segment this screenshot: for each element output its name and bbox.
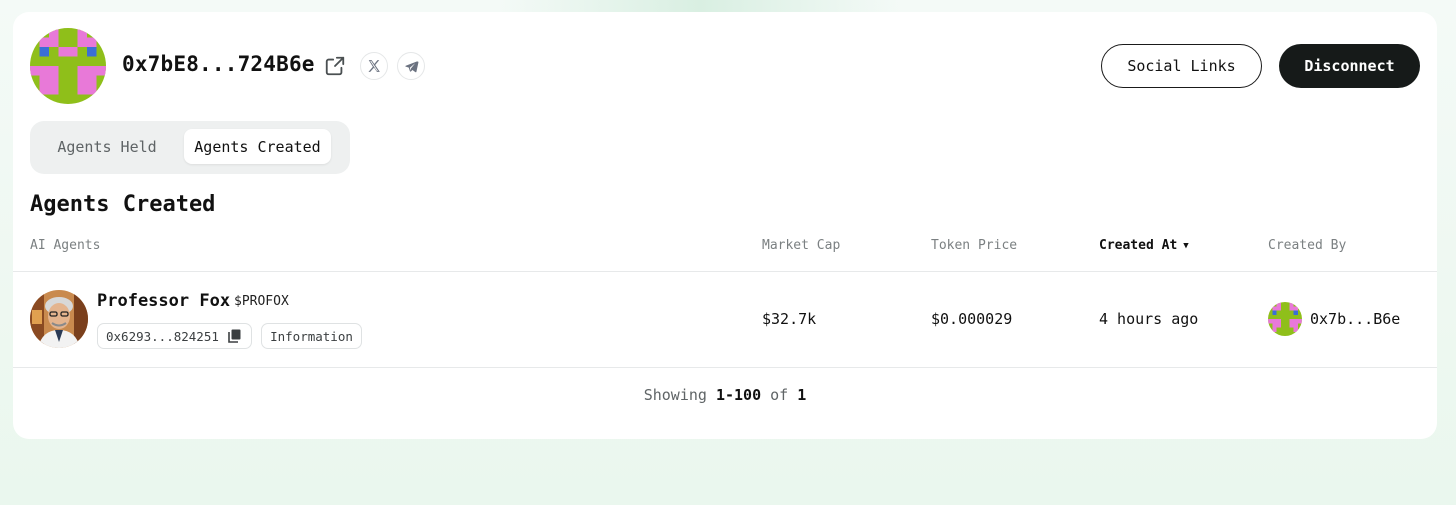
table-footer-divider (13, 367, 1437, 368)
tab-agents-held[interactable]: Agents Held (44, 129, 170, 164)
x-social-button[interactable] (360, 52, 388, 80)
token-price-value: $0.000029 (931, 310, 1013, 328)
contract-address: 0x6293...824251 (106, 328, 219, 344)
column-header-ai-agents: AI Agents (30, 238, 101, 253)
wallet-address: 0x7bE8...724B6e (122, 52, 315, 76)
disconnect-button[interactable]: Disconnect (1279, 44, 1420, 88)
creator-avatar[interactable] (1268, 302, 1302, 336)
agent-ticker: $PROFOX (234, 294, 289, 309)
pagination-prefix: Showing (643, 386, 707, 404)
column-header-created-by: Created By (1268, 238, 1347, 253)
column-header-created-at[interactable]: Created At ▼ (1099, 238, 1189, 253)
profile-card: 0x7bE8...724B6e Social Links Disconnect … (13, 12, 1437, 439)
caret-down-icon: ▼ (1183, 241, 1189, 251)
category-tag[interactable]: Information (261, 323, 362, 349)
agent-name[interactable]: Professor Fox (97, 291, 230, 311)
contract-address-chip[interactable]: 0x6293...824251 (97, 323, 252, 349)
table-header-divider (13, 271, 1437, 272)
section-title: Agents Created (30, 192, 216, 217)
social-links-button[interactable]: Social Links (1101, 44, 1262, 88)
market-cap-value: $32.7k (762, 310, 817, 328)
pagination-range: 1-100 (715, 386, 762, 404)
column-header-created-at-label: Created At (1099, 238, 1178, 253)
tab-group: Agents Held Agents Created (30, 121, 350, 174)
pagination-info: Showing 1-100 of 1 (13, 386, 1437, 404)
background-glow (500, 0, 900, 12)
creator-address[interactable]: 0x7b...B6e (1310, 310, 1400, 328)
column-header-token-price[interactable]: Token Price (931, 238, 1017, 253)
column-header-market-cap[interactable]: Market Cap (762, 238, 840, 253)
created-at-value: 4 hours ago (1099, 310, 1199, 328)
profile-avatar (30, 28, 106, 104)
telegram-icon (404, 59, 419, 74)
agent-avatar (30, 290, 88, 348)
tab-agents-created[interactable]: Agents Created (184, 129, 331, 164)
copy-icon[interactable] (228, 329, 241, 343)
external-link-icon[interactable] (324, 55, 346, 77)
telegram-social-button[interactable] (397, 52, 425, 80)
pagination-of: of (770, 386, 789, 404)
pagination-total: 1 (797, 386, 807, 404)
x-logo-icon (367, 59, 381, 73)
